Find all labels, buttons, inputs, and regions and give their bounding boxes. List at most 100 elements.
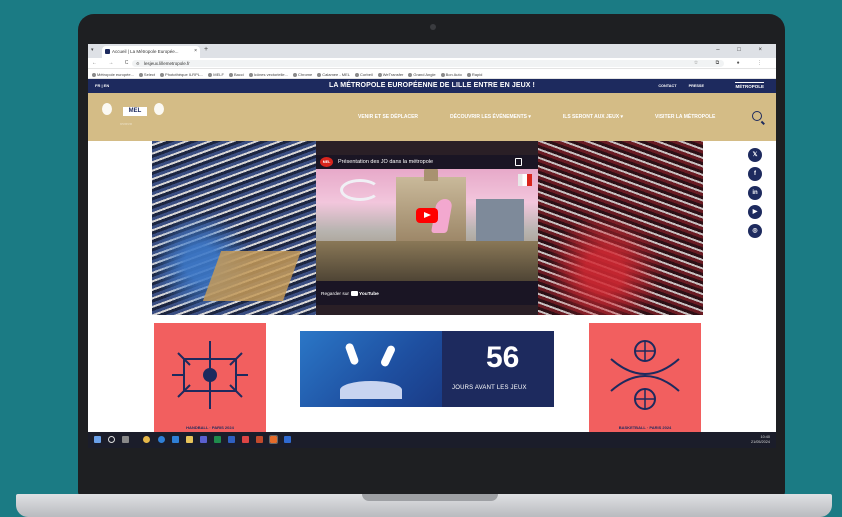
- handball-tile[interactable]: HANDBALL · PARIS 2024: [154, 323, 266, 433]
- handball-pictogram-icon: [172, 341, 248, 409]
- bookmark-item[interactable]: Icônes vectorielle...: [248, 71, 288, 78]
- youtube-icon: [351, 291, 358, 296]
- basketball-arena-image: [538, 141, 703, 315]
- bookmarks-bar: Métropole europée... Select Photothèque …: [88, 69, 776, 79]
- tower-shape: [476, 199, 524, 245]
- main-navigation: MEL ○○○○○ VENIR ET SE DÉPLACER DÉCOUVRIR…: [88, 93, 776, 141]
- facebook-icon[interactable]: f: [748, 167, 762, 181]
- search-icon[interactable]: [752, 111, 762, 121]
- bookmark-item[interactable]: WeTransfer: [377, 71, 403, 78]
- player-figure: [344, 342, 360, 366]
- word-doc-icon[interactable]: [284, 436, 291, 443]
- bookmark-item[interactable]: Photothèque ILRPL...: [160, 71, 203, 78]
- basketball-pictogram-icon: [610, 340, 680, 410]
- presse-link[interactable]: PRESSE: [689, 84, 704, 88]
- youtube-video-embed[interactable]: MEL Présentation des JO dans la métropol…: [316, 155, 538, 305]
- channel-avatar[interactable]: MEL: [320, 157, 333, 167]
- nav-menu: VENIR ET SE DÉPLACER DÉCOUVRIR LES ÉVÉNE…: [358, 114, 715, 120]
- video-footer: Regarder sur YouTube: [316, 281, 538, 305]
- basketball-caption: BASKETBALL · PARIS 2024: [618, 425, 672, 430]
- decorative-swirl: [340, 179, 380, 201]
- excel-icon[interactable]: [214, 436, 221, 443]
- contact-link[interactable]: CONTACT: [658, 84, 676, 88]
- acrobat-icon[interactable]: [242, 436, 249, 443]
- paralympic-flame-icon: [154, 103, 164, 115]
- site-top-bar: FR | EN LA MÉTROPOLE EUROPÉENNE DE LILLE…: [88, 79, 776, 93]
- play-button[interactable]: [416, 208, 438, 223]
- bookmark-item[interactable]: Calamee - MEL: [317, 71, 350, 78]
- windows-taskbar: 10:40 21/05/2024: [88, 432, 776, 448]
- bookmark-item[interactable]: Bon Auto: [440, 71, 462, 78]
- laptop-notch: [362, 494, 498, 501]
- bookmark-item[interactable]: MELF: [208, 71, 224, 78]
- webcam: [430, 24, 436, 30]
- mel-logo-text: MEL: [123, 107, 147, 116]
- new-tab-button[interactable]: +: [204, 46, 208, 53]
- nav-item-evenements[interactable]: DÉCOUVRIR LES ÉVÉNEMENTS ▾: [450, 114, 531, 120]
- bookmark-item[interactable]: Rapid: [466, 71, 482, 78]
- countdown-text: JOURS AVANT LES JEUX: [452, 385, 527, 391]
- bookmark-item[interactable]: Chrome: [293, 71, 312, 78]
- address-bar-row: ← → C ⌂ ⚙ lesjeux.lillemetropole.fr ☆ ⧉ …: [88, 58, 776, 69]
- bookmark-item[interactable]: Bacci: [228, 71, 244, 78]
- start-icon[interactable]: [94, 436, 101, 443]
- handball-arena-image: [152, 141, 316, 315]
- powerpoint-icon[interactable]: [256, 436, 263, 443]
- site-logo[interactable]: MEL ○○○○○: [102, 100, 168, 134]
- arena-shape: [340, 381, 402, 399]
- edge-icon[interactable]: [158, 436, 165, 443]
- task-view-icon[interactable]: [122, 436, 129, 443]
- window-controls[interactable]: – □ ×: [716, 47, 770, 53]
- browser-tab-bar: ▾ Accueil | La Métropole Europée... × + …: [88, 44, 776, 58]
- close-tab-icon[interactable]: ×: [194, 48, 197, 54]
- olympic-rings-icon: ○○○○○: [120, 121, 133, 126]
- video-thumbnail: [316, 169, 538, 281]
- watch-on-youtube[interactable]: Regarder sur YouTube: [321, 291, 379, 297]
- basketball-tile[interactable]: BASKETBALL · PARIS 2024: [589, 323, 701, 433]
- channel-logo: [518, 174, 532, 186]
- court-shape: [202, 251, 302, 301]
- metropole-logo[interactable]: MÉTROPOLE: [735, 82, 764, 89]
- site-info-icon[interactable]: ⚙: [136, 61, 140, 66]
- instagram-icon[interactable]: ◎: [748, 224, 762, 238]
- bookmark-item[interactable]: Corbeil: [355, 71, 373, 78]
- linkedin-icon[interactable]: in: [748, 186, 762, 200]
- browser-tab[interactable]: Accueil | La Métropole Europée... ×: [102, 46, 200, 58]
- bookmark-item[interactable]: Grand Angle: [408, 71, 436, 78]
- social-links: 𝕏 f in ▶ ◎: [748, 148, 762, 238]
- url-field[interactable]: ⚙ lesjeux.lillemetropole.fr: [132, 60, 724, 67]
- ground-shape: [316, 241, 538, 281]
- taskbar-search-icon[interactable]: [108, 436, 115, 443]
- tab-list-icon[interactable]: ▾: [91, 47, 94, 53]
- laptop-screen: ▾ Accueil | La Métropole Europée... × + …: [88, 44, 776, 448]
- bookmark-item[interactable]: Métropole europée...: [92, 71, 134, 78]
- file-explorer-icon[interactable]: [186, 436, 193, 443]
- nav-item-visiter[interactable]: VISITER LA MÉTROPOLE: [655, 114, 715, 120]
- url-text: lesjeux.lillemetropole.fr: [144, 61, 190, 66]
- nav-item-ils-seront[interactable]: ILS SERONT AUX JEUX ▾: [563, 114, 623, 120]
- x-twitter-icon[interactable]: 𝕏: [748, 148, 762, 162]
- nav-item-venir[interactable]: VENIR ET SE DÉPLACER: [358, 114, 418, 120]
- chrome-icon[interactable]: [143, 436, 150, 443]
- youtube-social-icon[interactable]: ▶: [748, 205, 762, 219]
- countdown-banner[interactable]: 56 JOURS AVANT LES JEUX: [300, 331, 554, 407]
- countdown-illustration: [300, 331, 442, 407]
- favicon-icon: [105, 49, 110, 54]
- paris2024-flame-icon: [102, 103, 112, 115]
- video-title[interactable]: Présentation des JO dans la métropole: [338, 159, 433, 165]
- video-title-bar: MEL Présentation des JO dans la métropol…: [316, 155, 538, 169]
- system-clock[interactable]: 10:40 21/05/2024: [751, 435, 770, 445]
- word-icon[interactable]: [228, 436, 235, 443]
- tab-title: Accueil | La Métropole Europée...: [112, 49, 179, 54]
- copy-link-icon[interactable]: [515, 158, 522, 166]
- teams-icon[interactable]: [200, 436, 207, 443]
- handball-caption: HANDBALL · PARIS 2024: [186, 425, 234, 430]
- bookmark-item[interactable]: Select: [138, 71, 155, 78]
- app-icon[interactable]: [269, 435, 278, 444]
- hero-section: MEL Présentation des JO dans la métropol…: [152, 141, 703, 315]
- countdown-number: 56: [486, 341, 520, 374]
- player-figure: [379, 344, 397, 368]
- toolbar-icons[interactable]: ☆ ⧉ ● ⋮: [694, 60, 770, 66]
- outlook-icon[interactable]: [172, 436, 179, 443]
- top-links: CONTACT PRESSE: [658, 84, 704, 88]
